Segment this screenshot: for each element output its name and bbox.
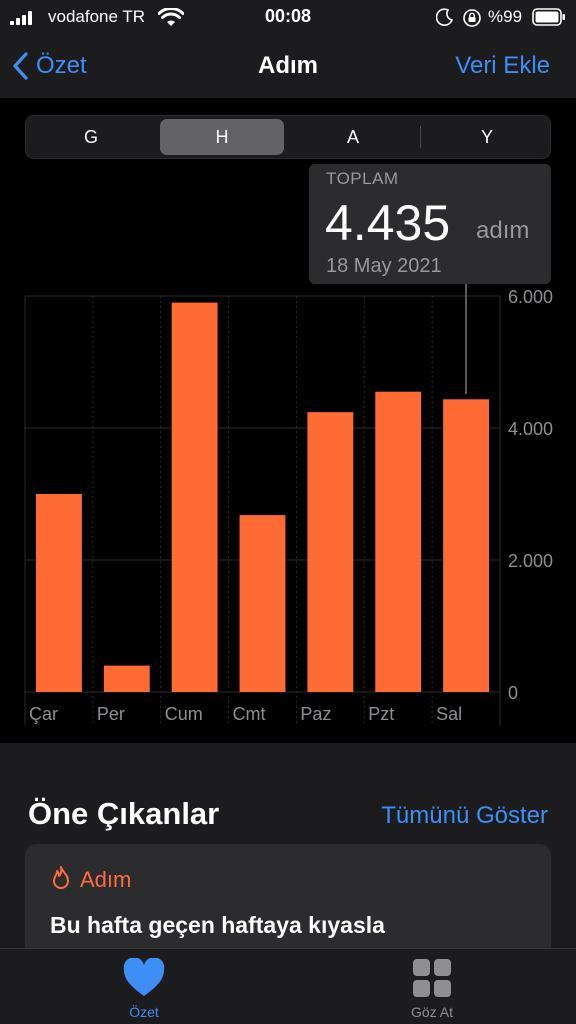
y-tick-label: 0 xyxy=(508,683,518,703)
battery-percent: %99 xyxy=(488,7,523,26)
y-tick-label: 4.000 xyxy=(508,419,553,439)
tab-bar: Özet Göz At xyxy=(0,948,576,1024)
show-all-link[interactable]: Tümünü Göster xyxy=(381,802,548,830)
bar-çar[interactable] xyxy=(36,494,82,692)
x-tick-label: Çar xyxy=(29,704,58,724)
x-tick-label: Cum xyxy=(165,704,203,724)
x-tick-label: Cmt xyxy=(233,704,266,724)
highlight-card[interactable]: Adım Bu hafta geçen haftaya kıyasla xyxy=(25,844,551,964)
heart-icon xyxy=(123,958,165,996)
chart-section: G H A Y 0 2.000 4.000 6.000 Çar Per Cum Cmt Paz P… xyxy=(0,98,576,743)
bar-per[interactable] xyxy=(103,665,150,692)
bar-paz[interactable] xyxy=(307,412,354,692)
battery-icon xyxy=(532,8,565,26)
x-tick-label: Paz xyxy=(300,704,331,724)
highlight-text: Bu hafta geçen haftaya kıyasla xyxy=(50,912,385,938)
bar-sal[interactable] xyxy=(443,399,489,692)
tab-browse[interactable]: Göz At xyxy=(288,949,576,1024)
tab-summary-label: Özet xyxy=(129,1004,159,1020)
y-tick-label: 2.000 xyxy=(508,551,553,571)
add-data-button[interactable]: Veri Ekle xyxy=(455,52,550,80)
tooltip-unit: adım xyxy=(476,217,530,244)
tab-browse-label: Göz At xyxy=(410,1004,454,1020)
tab-summary[interactable]: Özet xyxy=(0,949,288,1024)
orientation-lock-icon xyxy=(463,9,481,27)
x-tick-label: Pzt xyxy=(368,704,394,724)
y-tick-label: 6.000 xyxy=(508,287,553,307)
grid-icon xyxy=(413,959,451,997)
tooltip-label: TOPLAM xyxy=(326,169,399,188)
highlight-category: Adım xyxy=(80,867,132,892)
tooltip-value: 4.435 xyxy=(325,195,451,251)
bar-pzt[interactable] xyxy=(375,391,422,692)
tooltip-date: 18 May 2021 xyxy=(326,255,442,277)
moon-icon xyxy=(436,8,454,26)
selection-indicator-line xyxy=(465,282,467,394)
bar-cum[interactable] xyxy=(171,302,218,692)
bar-cmt[interactable] xyxy=(239,515,286,692)
navigation-bar: Özet Adım Veri Ekle xyxy=(0,34,576,98)
flame-icon xyxy=(53,866,69,889)
status-bar: vodafone TR 00:08 %99 xyxy=(0,0,576,34)
highlights-title: Öne Çıkanlar xyxy=(28,796,220,831)
x-tick-label: Per xyxy=(97,704,125,724)
total-tooltip: TOPLAM 4.435 adım 18 May 2021 xyxy=(309,164,551,284)
highlights-section: Öne Çıkanlar Tümünü Göster Adım Bu hafta… xyxy=(0,743,576,964)
x-tick-label: Sal xyxy=(436,704,462,724)
